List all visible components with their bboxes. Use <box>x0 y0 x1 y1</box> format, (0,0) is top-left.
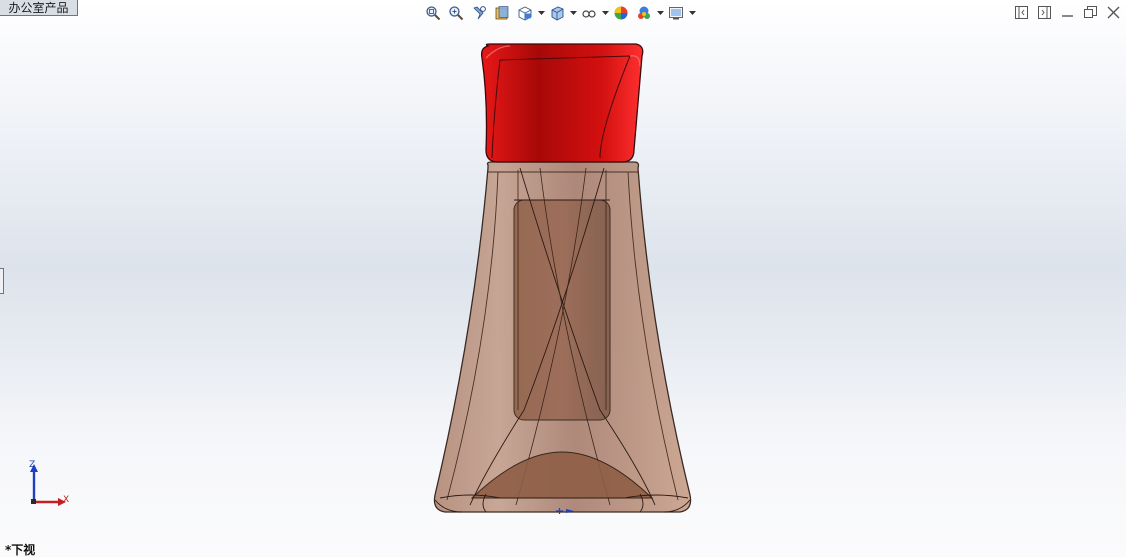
model-viewport[interactable] <box>0 0 1126 557</box>
bottle-body[interactable] <box>433 161 692 513</box>
triad-x-label: X <box>63 495 70 505</box>
triad-z-label: Z <box>29 460 36 470</box>
view-orientation-label: *下视 <box>5 543 36 557</box>
bottle-cap[interactable] <box>480 43 644 163</box>
